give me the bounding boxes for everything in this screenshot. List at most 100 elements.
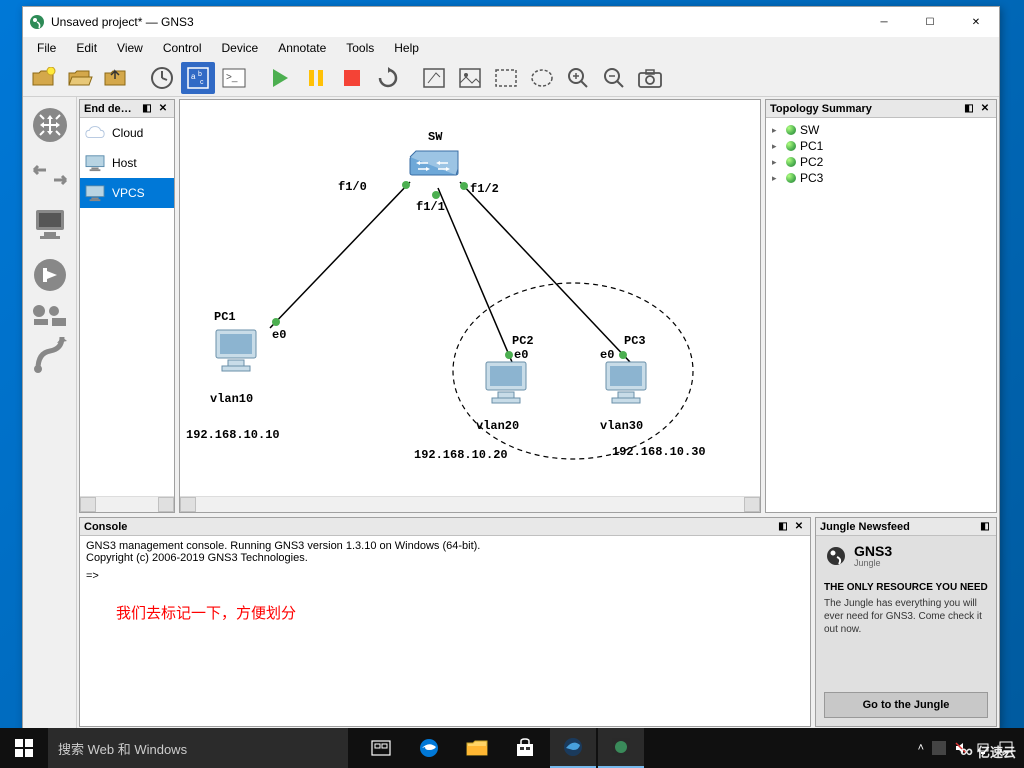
- svg-text:b: b: [198, 71, 202, 78]
- menu-edit[interactable]: Edit: [66, 39, 107, 57]
- menu-file[interactable]: File: [27, 39, 66, 57]
- close-button[interactable]: ✕: [953, 7, 999, 37]
- topology-title: Topology Summary: [770, 103, 960, 115]
- pc3-iface: e0: [600, 348, 614, 362]
- node-pc3[interactable]: [600, 358, 648, 406]
- switches-button[interactable]: [26, 151, 74, 199]
- dock-close-icon[interactable]: ✕: [978, 102, 992, 116]
- annotation-text: 我们去标记一下，方便划分: [116, 602, 296, 623]
- stop-all-button[interactable]: [335, 62, 369, 94]
- newsfeed-logo-sub: Jungle: [854, 558, 892, 568]
- console-title: Console: [84, 521, 774, 533]
- device-rail: [23, 97, 77, 729]
- window-title: Unsaved project* — GNS3: [51, 15, 861, 29]
- host-icon: [84, 154, 106, 172]
- open-project-button[interactable]: [63, 62, 97, 94]
- gns3-running-icon[interactable]: [598, 728, 644, 768]
- taskbar-search[interactable]: 搜索 Web 和 Windows: [48, 728, 348, 768]
- tray-chevron-icon[interactable]: ˄: [918, 742, 924, 754]
- console-prompt: =>: [86, 570, 804, 582]
- pc1-vlan: vlan10: [210, 392, 253, 406]
- pc2-vlan: vlan20: [476, 419, 519, 433]
- notifications-icon[interactable]: [998, 740, 1014, 756]
- save-project-button[interactable]: [99, 62, 133, 94]
- draw-ellipse-button[interactable]: [525, 62, 559, 94]
- menu-view[interactable]: View: [107, 39, 153, 57]
- node-pc2[interactable]: [480, 358, 528, 406]
- port-f10-label: f1/0: [338, 180, 367, 194]
- tray-icon[interactable]: [932, 741, 946, 755]
- node-pc1[interactable]: [210, 326, 258, 374]
- vpcs-icon: [84, 184, 106, 202]
- pc1-ip: 192.168.10.10: [186, 428, 280, 442]
- device-item-vpcs[interactable]: VPCS: [80, 178, 174, 208]
- node-sw[interactable]: [408, 149, 460, 179]
- end-devices-panel: End de… ◧ ✕ Cloud Host: [79, 99, 175, 513]
- menu-tools[interactable]: Tools: [336, 39, 384, 57]
- topology-item-pc2[interactable]: ▸PC2: [770, 154, 992, 170]
- annotate-text-button[interactable]: [417, 62, 451, 94]
- menu-annotate[interactable]: Annotate: [268, 39, 336, 57]
- status-led-icon: [786, 141, 796, 151]
- edge-icon[interactable]: [406, 728, 452, 768]
- new-project-button[interactable]: [27, 62, 61, 94]
- device-item-cloud[interactable]: Cloud: [80, 118, 174, 148]
- security-devices-button[interactable]: [26, 251, 74, 299]
- system-tray[interactable]: ˄: [908, 740, 1024, 756]
- draw-rectangle-button[interactable]: [489, 62, 523, 94]
- device-label: VPCS: [112, 186, 145, 200]
- reload-all-button[interactable]: [371, 62, 405, 94]
- topology-summary-panel: Topology Summary ◧ ✕ ▸SW ▸PC1 ▸PC2 ▸PC3: [765, 99, 997, 513]
- zoom-out-button[interactable]: [597, 62, 631, 94]
- start-button[interactable]: [0, 728, 48, 768]
- volume-icon[interactable]: [954, 741, 968, 755]
- topology-item-pc1[interactable]: ▸PC1: [770, 138, 992, 154]
- topology-item-sw[interactable]: ▸SW: [770, 122, 992, 138]
- dock-close-icon[interactable]: ✕: [792, 520, 806, 534]
- pause-all-button[interactable]: [299, 62, 333, 94]
- dock-float-icon[interactable]: ◧: [978, 520, 992, 534]
- dock-float-icon[interactable]: ◧: [140, 102, 154, 116]
- device-label: Host: [112, 156, 137, 170]
- status-led-icon: [786, 125, 796, 135]
- console-button[interactable]: >_: [217, 62, 251, 94]
- status-led-icon: [786, 157, 796, 167]
- tray-network-icon[interactable]: [976, 741, 990, 755]
- status-led-icon: [786, 173, 796, 183]
- pc2-iface: e0: [514, 348, 528, 362]
- store-icon[interactable]: [502, 728, 548, 768]
- add-link-button[interactable]: [26, 331, 74, 379]
- device-item-host[interactable]: Host: [80, 148, 174, 178]
- end-devices-button[interactable]: [26, 201, 74, 249]
- screenshot-button[interactable]: [633, 62, 667, 94]
- snapshot-button[interactable]: [145, 62, 179, 94]
- menu-control[interactable]: Control: [153, 39, 212, 57]
- menu-help[interactable]: Help: [384, 39, 429, 57]
- minimize-button[interactable]: ─: [861, 7, 907, 37]
- maximize-button[interactable]: ☐: [907, 7, 953, 37]
- canvas-scrollbar[interactable]: [180, 496, 760, 512]
- newsfeed-cta-button[interactable]: Go to the Jungle: [824, 692, 988, 718]
- dock-float-icon[interactable]: ◧: [776, 520, 790, 534]
- pc1-iface: e0: [272, 328, 286, 342]
- zoom-in-button[interactable]: [561, 62, 595, 94]
- insert-image-button[interactable]: [453, 62, 487, 94]
- titlebar[interactable]: Unsaved project* — GNS3 ─ ☐ ✕: [23, 7, 999, 37]
- routers-button[interactable]: [26, 101, 74, 149]
- newsfeed-headline: THE ONLY RESOURCE YOU NEED: [824, 582, 988, 593]
- dock-float-icon[interactable]: ◧: [962, 102, 976, 116]
- show-labels-button[interactable]: abc: [181, 62, 215, 94]
- edge-running-icon[interactable]: [550, 728, 596, 768]
- task-view-button[interactable]: [358, 728, 404, 768]
- svg-text:a: a: [191, 72, 196, 81]
- file-explorer-icon[interactable]: [454, 728, 500, 768]
- dock-close-icon[interactable]: ✕: [156, 102, 170, 116]
- menu-device[interactable]: Device: [212, 39, 269, 57]
- all-devices-button[interactable]: [26, 301, 74, 329]
- start-all-button[interactable]: [263, 62, 297, 94]
- devices-scrollbar[interactable]: [80, 496, 174, 512]
- pc3-ip: 192.168.10.30: [612, 445, 706, 459]
- topology-item-pc3[interactable]: ▸PC3: [770, 170, 992, 186]
- console-output[interactable]: GNS3 management console. Running GNS3 ve…: [80, 536, 810, 726]
- topology-canvas[interactable]: SW f1/0 f1/1 f1/2 PC1 e0 vlan10 192.168.…: [180, 100, 760, 496]
